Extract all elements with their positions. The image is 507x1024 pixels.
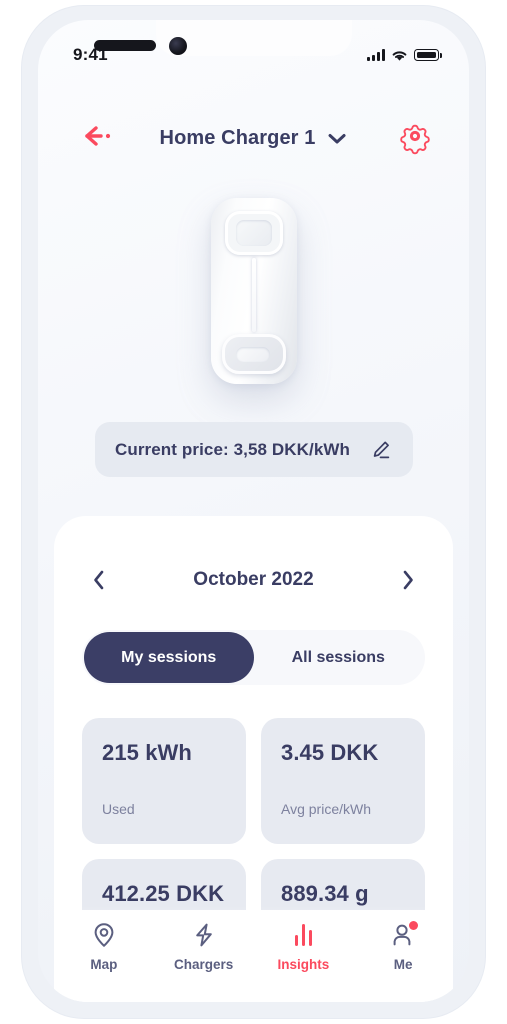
next-month-button[interactable] (391, 563, 425, 597)
person-icon (391, 921, 419, 948)
stat-value: 215 kWh (102, 740, 192, 765)
month-label: October 2022 (193, 569, 314, 590)
current-price-card[interactable]: Current price: 3,58 DKK/kWh (94, 422, 413, 477)
stat-value: 412.25 DKK (102, 881, 225, 906)
session-filter-toggle: My sessions All sessions (82, 630, 425, 685)
app-header: Home Charger 1 (38, 108, 469, 168)
earpiece-speaker (94, 40, 156, 51)
phone-screen: 9:41 Home Charger 1 Current price: 3,58 … (38, 20, 469, 1002)
chevron-right-icon (403, 570, 413, 590)
bottom-navigation: Map Chargers Insights Me (54, 910, 453, 1002)
charger-selector[interactable]: Home Charger 1 (160, 127, 348, 150)
insights-sheet: October 2022 My sessions All sessions 21… (54, 516, 453, 1002)
wifi-icon (392, 50, 407, 61)
bolt-icon (192, 922, 216, 948)
charger-socket (221, 334, 286, 374)
current-price-text: Current price: 3,58 DKK/kWh (114, 439, 351, 459)
charger-socket-inner (235, 347, 270, 362)
chevron-left-icon (94, 570, 104, 590)
page-title: Home Charger 1 (159, 126, 316, 149)
pencil-edit-icon[interactable] (370, 439, 392, 461)
gear-icon (400, 124, 430, 155)
notification-badge (409, 921, 419, 930)
battery-full-icon (414, 49, 442, 61)
stat-value: 889.34 g (281, 881, 369, 906)
nav-label: Me (393, 957, 413, 972)
back-button[interactable] (76, 116, 122, 156)
stat-value: 3.45 DKK (281, 740, 379, 765)
tab-all-sessions[interactable]: All sessions (254, 632, 424, 683)
tab-my-sessions[interactable]: My sessions (84, 632, 254, 683)
stat-label: Avg price/kWh (281, 801, 371, 817)
ev-charger-device-image (210, 198, 297, 384)
charger-display (224, 211, 283, 255)
nav-label: Map (90, 957, 118, 972)
bar-chart-icon (294, 922, 312, 948)
nav-label: Chargers (173, 957, 234, 972)
cellular-signal-icon (367, 49, 385, 61)
nav-item-chargers[interactable]: Chargers (154, 922, 254, 972)
front-camera-icon (169, 37, 187, 55)
settings-button[interactable] (393, 114, 437, 158)
month-navigation: October 2022 (54, 560, 453, 600)
nav-item-me[interactable]: Me (353, 921, 453, 972)
stat-label: Used (102, 801, 135, 817)
phone-frame: 9:41 Home Charger 1 Current price: 3,58 … (22, 6, 485, 1018)
charger-display-inner (235, 220, 272, 246)
nav-item-insights[interactable]: Insights (254, 922, 354, 972)
nav-label: Insights (277, 957, 330, 972)
map-pin-icon (92, 922, 116, 948)
chevron-down-icon (328, 133, 346, 143)
status-icons (367, 49, 442, 62)
previous-month-button[interactable] (82, 563, 116, 597)
stat-card-used: 215 kWh Used (82, 718, 246, 844)
nav-item-map[interactable]: Map (54, 922, 154, 972)
stat-card-avg-price: 3.45 DKK Avg price/kWh (261, 718, 425, 844)
charger-led-strip (251, 258, 256, 332)
